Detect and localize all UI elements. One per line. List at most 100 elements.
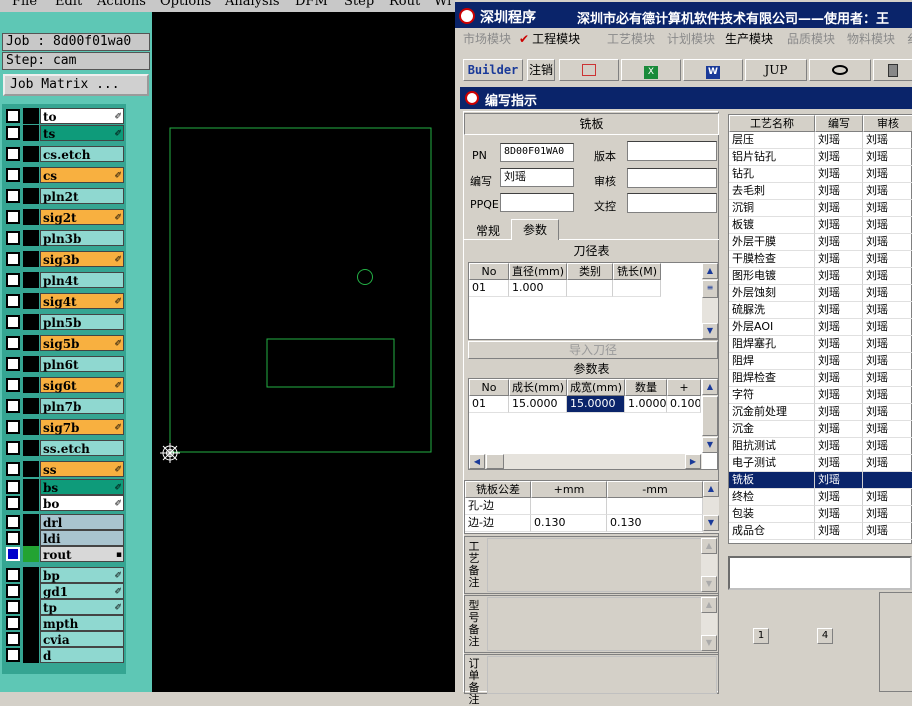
process-cell[interactable]: 刘瑶 xyxy=(815,438,863,455)
layer-row[interactable]: bs ✐ xyxy=(4,479,124,495)
layer-name[interactable]: d xyxy=(40,647,124,663)
layer-color-swatch[interactable] xyxy=(23,108,39,124)
layer-row[interactable]: cvia xyxy=(4,631,124,647)
process-row[interactable]: 电子测试 刘瑶 刘瑶 xyxy=(729,455,912,472)
layer-name[interactable]: ldi xyxy=(40,530,124,546)
scroll-up-icon[interactable]: ▲ xyxy=(702,263,718,279)
jup-button[interactable]: JUP xyxy=(745,59,807,81)
layer-row[interactable]: ss.etch xyxy=(4,440,124,456)
process-cell[interactable]: 刘瑶 xyxy=(815,387,863,404)
process-row[interactable]: 外层AOI 刘瑶 刘瑶 xyxy=(729,319,912,336)
scroll-thumb[interactable] xyxy=(486,454,504,469)
process-cell[interactable]: 钻孔 xyxy=(729,166,815,183)
layer-row[interactable]: ts ✐ xyxy=(4,125,124,141)
layer-name[interactable]: gd1 ✐ xyxy=(40,583,124,599)
layer-color-swatch[interactable] xyxy=(23,272,39,288)
layer-color-swatch[interactable] xyxy=(23,647,39,663)
process-cell[interactable]: 阻焊检查 xyxy=(729,370,815,387)
layer-name[interactable]: sig3b ✐ xyxy=(40,251,124,267)
layer-checkbox[interactable] xyxy=(6,462,20,476)
layer-name[interactable]: sig4t ✐ xyxy=(40,293,124,309)
menu-rout[interactable]: Rout xyxy=(389,0,420,9)
process-cell[interactable]: 刘瑶 xyxy=(815,285,863,302)
layer-row[interactable]: ldi xyxy=(4,530,124,546)
column-header[interactable]: No xyxy=(469,263,509,280)
process-row[interactable]: 阻焊 刘瑶 刘瑶 xyxy=(729,353,912,370)
process-cell[interactable]: 刘瑶 xyxy=(863,319,912,336)
layer-row[interactable]: sig5b ✐ xyxy=(4,335,124,351)
process-cell[interactable]: 刘瑶 xyxy=(863,268,912,285)
scroll-down-icon[interactable]: ▼ xyxy=(702,323,718,339)
process-cell[interactable]: 刘瑶 xyxy=(815,251,863,268)
process-cell[interactable]: 刘瑶 xyxy=(863,217,912,234)
scroll-down-icon[interactable]: ▼ xyxy=(701,576,717,592)
layer-checkbox[interactable] xyxy=(6,168,20,182)
scroll-thumb[interactable]: ≡ xyxy=(702,280,718,298)
scroll-down-icon[interactable]: ▼ xyxy=(702,437,718,453)
layer-color-swatch[interactable] xyxy=(23,188,39,204)
layer-checkbox[interactable] xyxy=(6,515,20,529)
job-matrix-button[interactable]: Job Matrix ... xyxy=(3,74,149,96)
column-header[interactable]: 编写 xyxy=(815,115,863,132)
layer-name[interactable]: ss.etch xyxy=(40,440,124,456)
layer-name[interactable]: bs ✐ xyxy=(40,479,124,495)
column-header[interactable]: 数量 xyxy=(625,379,667,396)
process-row[interactable]: 硫脲洗 刘瑶 刘瑶 xyxy=(729,302,912,319)
process-cell[interactable]: 刘瑶 xyxy=(815,404,863,421)
column-header[interactable]: No xyxy=(469,379,509,396)
layer-checkbox[interactable] xyxy=(6,531,20,545)
database-button[interactable] xyxy=(873,59,912,81)
layer-name[interactable]: ts ✐ xyxy=(40,125,124,141)
process-row[interactable]: 钻孔 刘瑶 刘瑶 xyxy=(729,166,912,183)
process-cell[interactable]: 刘瑶 xyxy=(863,166,912,183)
layer-row[interactable]: pln5b xyxy=(4,314,124,330)
process-cell[interactable]: 刘瑶 xyxy=(815,506,863,523)
layer-checkbox[interactable] xyxy=(6,109,20,123)
layer-row[interactable]: sig2t ✐ xyxy=(4,209,124,225)
layer-checkbox[interactable] xyxy=(6,399,20,413)
process-cell[interactable]: 刘瑶 xyxy=(863,489,912,506)
process-cell[interactable]: 刘瑶 xyxy=(815,353,863,370)
layer-checkbox[interactable] xyxy=(6,616,20,630)
layer-row[interactable]: gd1 ✐ xyxy=(4,583,124,599)
table-cell[interactable] xyxy=(607,498,703,515)
export-button[interactable] xyxy=(559,59,619,81)
process-cell[interactable]: 图形电镀 xyxy=(729,268,815,285)
layer-row[interactable]: to ✐ xyxy=(4,108,124,124)
process-cell[interactable]: 刘瑶 xyxy=(863,200,912,217)
process-cell[interactable]: 去毛刺 xyxy=(729,183,815,200)
column-header[interactable]: 铣长(M) xyxy=(613,263,661,280)
process-row[interactable]: 铝片钻孔 刘瑶 刘瑶 xyxy=(729,149,912,166)
layer-color-swatch[interactable] xyxy=(23,530,39,546)
process-cell[interactable]: 刘瑶 xyxy=(863,285,912,302)
tolerance-scrollbar[interactable]: ▲ ▼ xyxy=(703,481,719,533)
column-header[interactable]: 成宽(mm) xyxy=(567,379,625,396)
layer-row[interactable]: mpth xyxy=(4,615,124,631)
process-row[interactable]: 外层干膜 刘瑶 刘瑶 xyxy=(729,234,912,251)
layer-row[interactable]: pln2t xyxy=(4,188,124,204)
module-tab[interactable]: 生产模块 xyxy=(725,30,773,48)
module-tab[interactable]: ✔ 工程模块 xyxy=(519,30,580,48)
layer-row[interactable]: ss ✐ xyxy=(4,461,124,477)
layer-name[interactable]: pln7b xyxy=(40,398,124,414)
process-cell[interactable]: 刘瑶 xyxy=(863,251,912,268)
tool-scrollbar[interactable]: ▲ ≡ ▼ xyxy=(702,263,718,339)
process-cell[interactable]: 刘瑶 xyxy=(863,132,912,149)
process-cell[interactable]: 刘瑶 xyxy=(863,234,912,251)
process-row[interactable]: 成品仓 刘瑶 刘瑶 xyxy=(729,523,912,540)
builder-button[interactable]: Builder xyxy=(463,59,523,81)
layer-name[interactable]: rout ▪ xyxy=(40,546,124,562)
process-cell[interactable]: 刘瑶 xyxy=(815,370,863,387)
process-cell[interactable]: 包装 xyxy=(729,506,815,523)
layer-checkbox[interactable] xyxy=(6,231,20,245)
layer-color-swatch[interactable] xyxy=(23,293,39,309)
layer-checkbox[interactable] xyxy=(6,273,20,287)
process-cell[interactable]: 电子测试 xyxy=(729,455,815,472)
process-cell[interactable]: 刘瑶 xyxy=(863,387,912,404)
layer-checkbox[interactable] xyxy=(6,294,20,308)
word-button[interactable]: W xyxy=(683,59,743,81)
layer-name[interactable]: ss ✐ xyxy=(40,461,124,477)
menu-wi[interactable]: Wi xyxy=(434,0,451,9)
table-cell[interactable]: 01 xyxy=(469,280,509,297)
layer-color-swatch[interactable] xyxy=(23,461,39,477)
